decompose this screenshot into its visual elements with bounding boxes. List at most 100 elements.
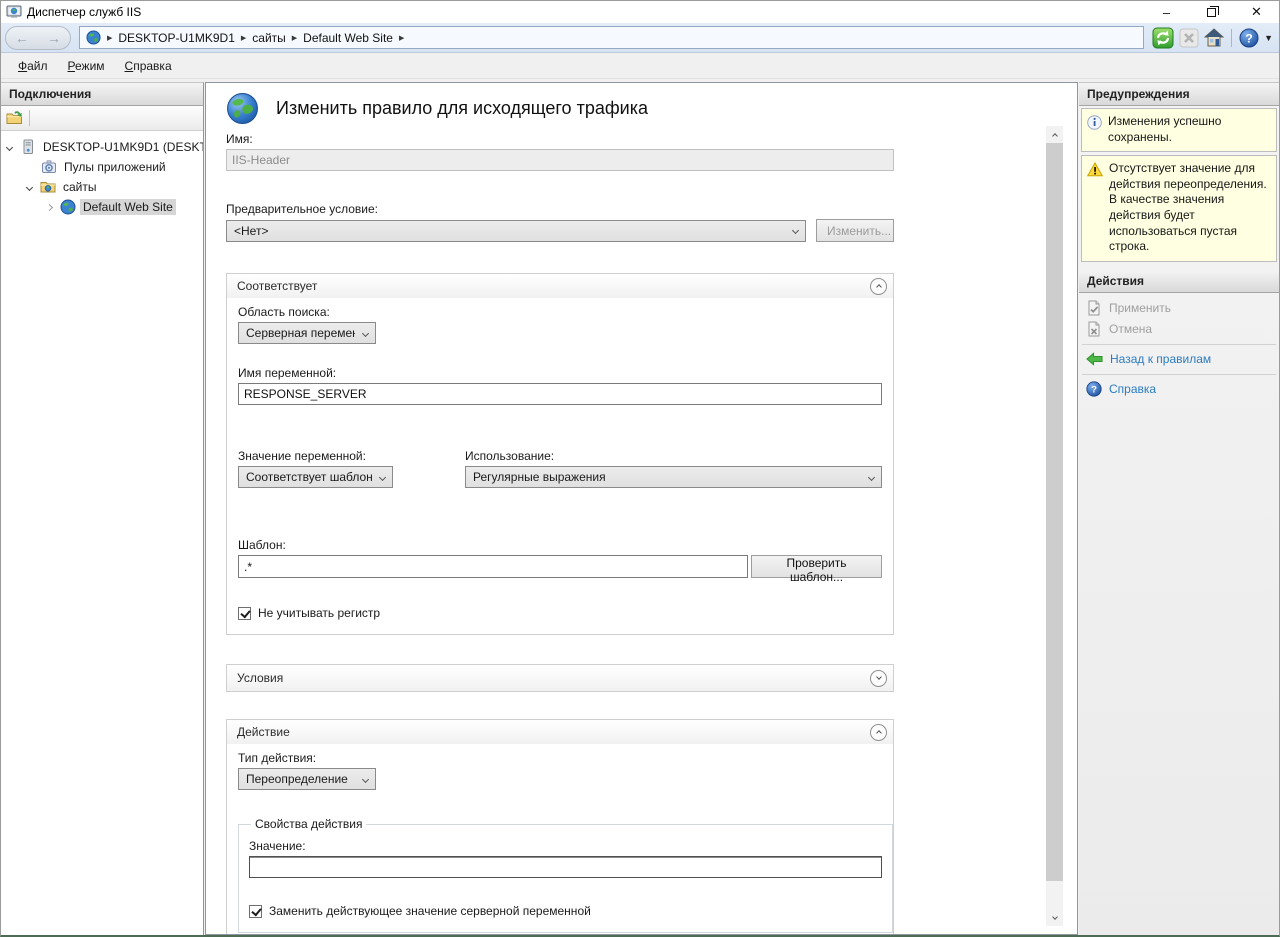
variable-name-input[interactable] <box>238 383 882 405</box>
tree-item-default-web-site[interactable]: Default Web Site <box>1 197 203 217</box>
menu-help[interactable]: Справка <box>116 56 181 76</box>
action-type-label: Тип действия: <box>238 751 882 765</box>
restore-icon <box>1207 8 1216 17</box>
help-action[interactable]: ? Справка <box>1079 379 1279 400</box>
action-section: Действие Тип действия: Переопределение С… <box>226 719 894 935</box>
breadcrumb-site[interactable]: Default Web Site <box>303 31 393 45</box>
actions-separator <box>1082 374 1276 375</box>
breadcrumb-arrow-icon[interactable]: ▶ <box>399 34 404 42</box>
tree-item-sites[interactable]: сайты <box>1 177 203 197</box>
warning-icon <box>1087 162 1103 177</box>
test-pattern-button[interactable]: Проверить шаблон... <box>751 555 882 578</box>
toolbar-separator <box>1231 29 1232 47</box>
forward-arrow-icon: → <box>47 31 61 45</box>
scope-select[interactable]: Серверная переменн <box>238 322 376 344</box>
page-title: Изменить правило для исходящего трафика <box>276 98 648 119</box>
toolbar-separator <box>29 110 30 126</box>
iis-app-icon <box>6 4 22 20</box>
close-button[interactable]: ✕ <box>1234 1 1279 23</box>
maximize-button[interactable] <box>1189 1 1234 23</box>
breadcrumb-arrow-icon[interactable]: ▶ <box>241 34 246 42</box>
breadcrumb-server[interactable]: DESKTOP-U1MK9D1 <box>118 31 234 45</box>
info-alert: Изменения успешно сохранены. <box>1081 108 1277 152</box>
address-bar[interactable]: ▶ DESKTOP-U1MK9D1 ▶ сайты ▶ Default Web … <box>79 26 1144 49</box>
tree-item-label: DESKTOP-U1MK9D1 (DESKTOI <box>40 139 203 155</box>
refresh-icon[interactable] <box>1152 27 1174 49</box>
menu-bar: Файл Режим Справка <box>1 53 1279 79</box>
server-icon <box>20 139 36 155</box>
ignore-case-checkbox[interactable] <box>238 607 251 620</box>
menu-file[interactable]: Файл <box>9 56 57 76</box>
help-icon[interactable]: ? <box>1239 28 1259 48</box>
minimize-button[interactable]: – <box>1144 1 1189 23</box>
conditions-section-header: Условия <box>227 665 893 691</box>
home-icon[interactable] <box>1204 28 1224 47</box>
back-to-rules-action[interactable]: Назад к правилам <box>1079 349 1279 370</box>
navigation-toolbar: ← → ▶ DESKTOP-U1MK9D1 ▶ сайты ▶ Default … <box>1 23 1279 53</box>
help-icon: ? <box>1086 381 1102 397</box>
title-bar: Диспетчер служб IIS – ✕ <box>1 1 1279 23</box>
match-section-body: Область поиска: Серверная переменн Имя п… <box>227 298 893 634</box>
vertical-scrollbar[interactable] <box>1046 126 1063 926</box>
cancel-icon <box>1086 321 1102 337</box>
globe-icon <box>86 30 101 45</box>
replace-value-checkbox[interactable] <box>249 905 262 918</box>
breadcrumb-sites[interactable]: сайты <box>252 31 286 45</box>
help-dropdown-caret-icon[interactable]: ▼ <box>1264 33 1273 43</box>
sites-folder-icon <box>40 179 56 195</box>
pattern-input[interactable] <box>238 555 748 578</box>
operand-select[interactable]: Соответствует шаблону <box>238 466 393 488</box>
connections-header: Подключения <box>1 83 203 106</box>
edit-outbound-rule-form: Изменить правило для исходящего трафика … <box>226 83 894 935</box>
collapse-section-button[interactable] <box>870 278 887 295</box>
scrollbar-thumb[interactable] <box>1046 143 1063 881</box>
apply-icon <box>1086 300 1102 316</box>
actions-separator <box>1082 344 1276 345</box>
match-section-header: Соответствует <box>227 274 893 298</box>
actions-header: Действия <box>1079 270 1279 293</box>
replace-value-label: Заменить действующее значение серверной … <box>269 904 591 918</box>
actions-list: Применить Отмена Назад к правилам <box>1079 293 1279 400</box>
window-controls: – ✕ <box>1144 1 1279 23</box>
nav-back-forward: ← → <box>5 26 71 50</box>
connections-toolbar <box>1 106 203 131</box>
warning-alert: Отсутствует значение для действия переоп… <box>1081 155 1277 262</box>
edit-precondition-button: Изменить... <box>816 219 894 242</box>
svg-text:?: ? <box>1091 385 1097 396</box>
conditions-section: Условия <box>226 664 894 692</box>
iis-manager-window: Диспетчер служб IIS – ✕ ← → ▶ DESKTOP-U1… <box>0 0 1280 937</box>
precondition-select[interactable]: <Нет> <box>226 220 806 242</box>
breadcrumb-arrow-icon[interactable]: ▶ <box>107 34 112 42</box>
save-connection-icon[interactable] <box>6 110 23 126</box>
expanded-chevron-icon[interactable] <box>26 183 33 190</box>
value-label: Значение: <box>249 839 882 853</box>
name-label: Имя: <box>226 132 894 146</box>
tree-item-app-pools[interactable]: Пулы приложений <box>1 157 203 177</box>
scroll-up-button[interactable] <box>1046 126 1063 143</box>
using-select[interactable]: Регулярные выражения <box>465 466 882 488</box>
breadcrumb-arrow-icon[interactable]: ▶ <box>292 34 297 42</box>
action-properties-legend: Свойства действия <box>251 817 366 831</box>
chevron-down-icon <box>362 775 369 782</box>
application-pools-icon <box>41 159 57 175</box>
pattern-label: Шаблон: <box>238 538 882 552</box>
menu-view[interactable]: Режим <box>59 56 114 76</box>
chevron-down-icon <box>362 329 369 336</box>
expand-section-button[interactable] <box>870 670 887 687</box>
chevron-down-icon <box>792 227 799 234</box>
content-area: Подключения <box>1 79 1279 935</box>
scope-label: Область поиска: <box>238 305 882 319</box>
stop-icon <box>1179 28 1199 48</box>
action-value-input[interactable] <box>249 856 882 878</box>
collapsed-chevron-icon[interactable] <box>46 203 53 210</box>
action-type-select[interactable]: Переопределение <box>238 768 376 790</box>
apply-action: Применить <box>1079 298 1279 319</box>
expanded-chevron-icon[interactable] <box>6 143 13 150</box>
collapse-section-button[interactable] <box>870 724 887 741</box>
alerts-header: Предупреждения <box>1079 83 1279 106</box>
tree-item-server[interactable]: DESKTOP-U1MK9D1 (DESKTOI <box>1 137 203 157</box>
action-section-body: Тип действия: Переопределение Свойства д… <box>227 744 893 935</box>
tree-item-label: сайты <box>60 179 100 195</box>
precondition-label: Предварительное условие: <box>226 202 894 216</box>
scroll-down-button[interactable] <box>1046 909 1063 926</box>
